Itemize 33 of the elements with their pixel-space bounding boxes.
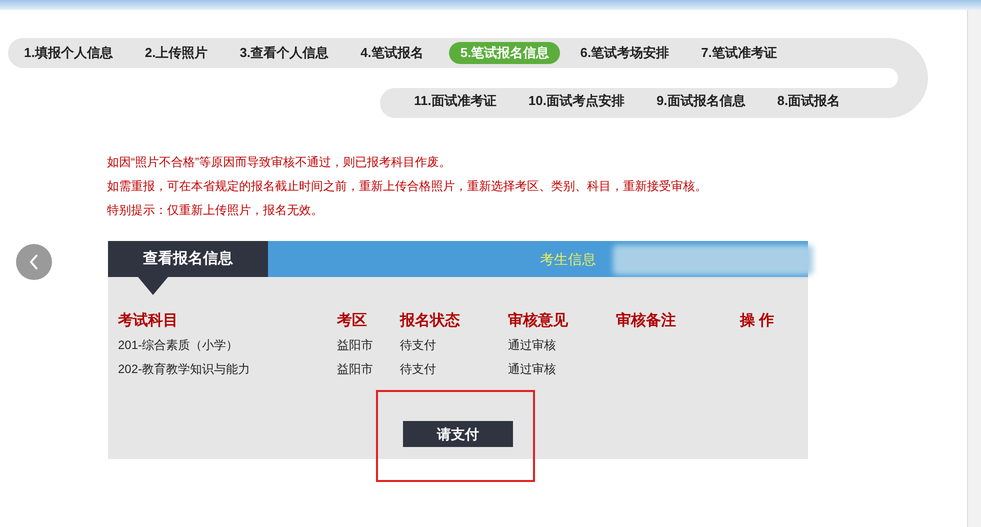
step-tab[interactable]: 9.面试报名信息 bbox=[650, 90, 752, 112]
pay-button[interactable]: 请支付 bbox=[403, 421, 513, 447]
notice-text: 如需重报，可在本省规定的报名截止时间之前，重新上传合格照片，重新选择考区、类别、科目，重新接受审核。 bbox=[107, 178, 707, 195]
step-tab[interactable]: 4.笔试报名 bbox=[354, 42, 430, 64]
step-tab[interactable]: 10.面试考点安排 bbox=[522, 90, 630, 112]
chevron-left-icon bbox=[29, 254, 39, 270]
column-header: 考区 bbox=[337, 310, 368, 331]
table-cell-text: 待支付 bbox=[400, 361, 437, 378]
step-tab[interactable]: 7.笔试准考证 bbox=[695, 42, 783, 64]
column-header: 报名状态 bbox=[400, 310, 461, 331]
step-tab[interactable]: 3.查看个人信息 bbox=[234, 42, 335, 64]
column-header: 审核意见 bbox=[508, 310, 569, 331]
table-cell-text: 益阳市 bbox=[337, 361, 374, 378]
column-header: 操 作 bbox=[740, 310, 776, 331]
table-cell-text: 202-教育教学知识与能力 bbox=[118, 361, 252, 378]
candidate-label: 考生信息 bbox=[540, 250, 596, 269]
step-tab[interactable]: 6.笔试考场安排 bbox=[574, 42, 676, 64]
step-tab[interactable]: 8.面试报名 bbox=[771, 90, 846, 112]
step-tab[interactable]: 1.填报个人信息 bbox=[18, 42, 119, 64]
scrollbar[interactable] bbox=[967, 10, 981, 527]
table-cell-text: 201-综合素质（小学） bbox=[118, 337, 240, 354]
table-cell-text: 益阳市 bbox=[337, 337, 374, 354]
column-header: 审核备注 bbox=[616, 310, 677, 331]
step-tab[interactable]: 11.面试准考证 bbox=[408, 90, 502, 112]
column-header: 考试科目 bbox=[118, 310, 179, 331]
table-cell-text: 通过审核 bbox=[508, 361, 557, 378]
step-tab[interactable]: 2.上传照片 bbox=[138, 42, 214, 64]
previous-button[interactable] bbox=[16, 244, 52, 280]
pointer-icon bbox=[138, 277, 168, 295]
table-cell-text: 待支付 bbox=[400, 337, 437, 354]
notice-text: 如因“照片不合格”等原因而导致审核不通过，则已报考科目作废。 bbox=[107, 154, 452, 171]
notice-text: 特别提示：仅重新上传照片，报名无效。 bbox=[107, 202, 324, 219]
table-cell-text: 通过审核 bbox=[508, 337, 557, 354]
